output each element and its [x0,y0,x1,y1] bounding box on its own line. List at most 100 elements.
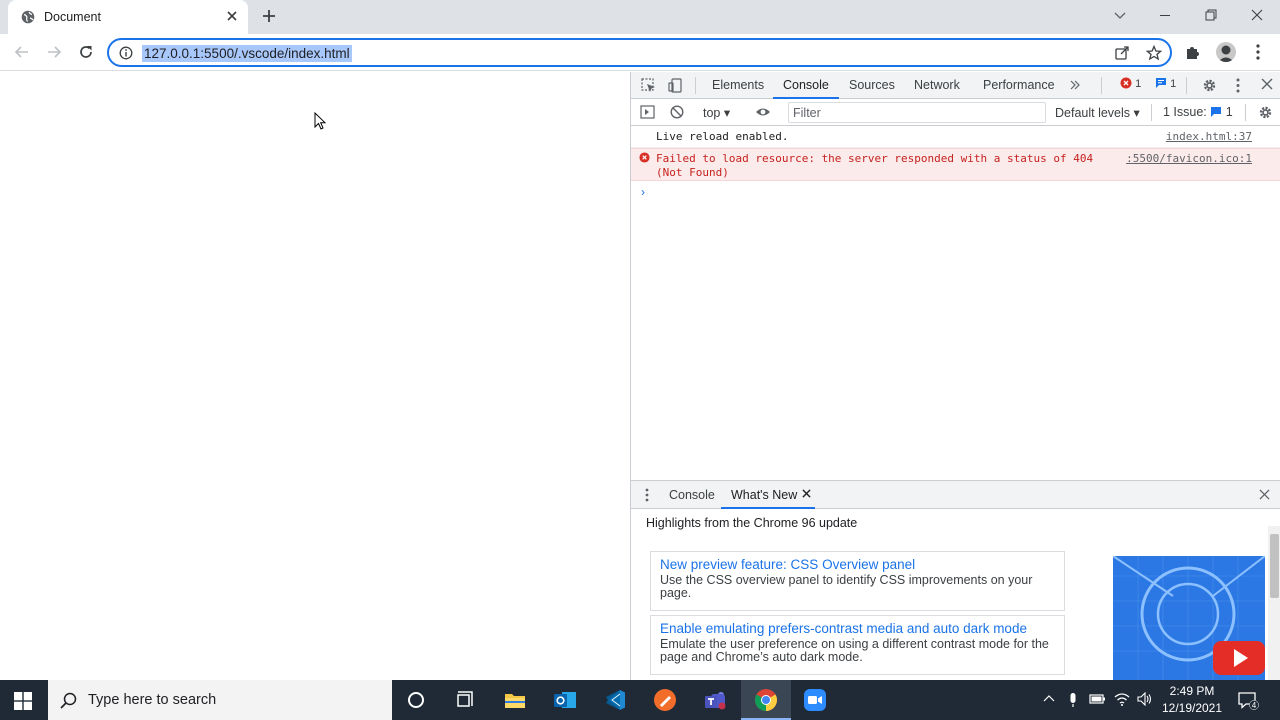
video-thumbnail[interactable] [1113,556,1265,681]
scrollbar-thumb[interactable] [1270,534,1279,598]
issues-counter[interactable]: 1 Issue: 1 [1163,105,1233,119]
error-source-link[interactable]: :5500/favicon.ico:1 [1126,152,1252,165]
close-window-icon[interactable] [1250,8,1264,22]
cortana-icon[interactable] [404,688,428,712]
log-levels-label: Default levels [1055,106,1131,120]
action-center-icon[interactable]: 4 [1238,691,1260,711]
file-explorer-icon[interactable] [503,688,527,712]
browser-tab[interactable]: Document [8,0,248,34]
windows-taskbar: Type here to search 2:49 PM 12/19/2021 4 [0,680,1280,720]
outlook-icon[interactable] [553,688,577,712]
tab-title: Document [44,10,101,24]
bookmark-star-icon[interactable] [1146,45,1162,61]
error-count: 1 [1135,78,1142,90]
search-icon [60,692,77,709]
notification-count: 4 [1252,701,1257,710]
show-sidebar-icon[interactable] [640,105,655,119]
whats-new-card[interactable]: New preview feature: CSS Overview panel … [650,551,1065,611]
error-count-badge[interactable]: 1 [1120,77,1141,93]
whats-new-header: Highlights from the Chrome 96 update [646,516,858,530]
issues-label: 1 Issue: [1163,105,1207,119]
site-info-icon[interactable] [119,46,133,60]
console-prompt-chevron-icon[interactable]: › [641,185,645,199]
drawer-menu-icon[interactable] [645,488,649,502]
web-page-content[interactable] [0,72,630,680]
console-settings-gear-icon[interactable] [1258,105,1273,120]
devtools-tabbar: Elements Console Sources Network Perform… [631,72,1280,99]
battery-icon[interactable] [1089,692,1106,706]
card-title-link[interactable]: New preview feature: CSS Overview panel [660,556,1055,574]
devtools-panel: Elements Console Sources Network Perform… [630,72,1280,681]
tab-console[interactable]: Console [783,78,829,92]
card-description: Emulate the user preference on using a d… [660,637,1049,664]
address-bar[interactable]: 127.0.0.1:5500/.vscode/index.html [107,38,1172,67]
log-source-link[interactable]: index.html:37 [1166,130,1252,143]
forward-icon[interactable] [46,44,62,60]
console-log-message: Live reload enabled. index.html:37 [631,127,1280,148]
volume-icon[interactable] [1137,692,1153,706]
close-tab-icon[interactable] [226,10,238,22]
sketch-app-icon[interactable] [653,688,677,712]
taskbar-search-box[interactable]: Type here to search [48,680,392,720]
whats-new-card[interactable]: Enable emulating prefers-contrast media … [650,615,1065,675]
extensions-puzzle-icon[interactable] [1185,44,1201,60]
mouse-cursor-icon [314,112,326,130]
wifi-icon[interactable] [1114,692,1130,706]
message-count-badge[interactable]: 1 [1155,77,1176,93]
tab-elements[interactable]: Elements [712,78,764,92]
drawer-tab-console[interactable]: Console [669,488,715,502]
clear-console-icon[interactable] [670,105,684,119]
profile-avatar[interactable] [1216,42,1236,62]
windows-start-icon[interactable] [14,692,32,710]
issues-count: 1 [1225,105,1233,119]
error-icon [639,152,650,163]
tab-search-icon[interactable] [1113,8,1127,22]
show-hidden-icons-chevron-icon[interactable] [1043,692,1055,706]
task-view-icon[interactable] [453,688,477,712]
context-label: top [703,106,721,120]
drawer-tab-whats-new[interactable]: What's New [731,488,797,502]
card-description: Use the CSS overview panel to identify C… [660,573,1033,600]
chrome-icon[interactable] [754,688,778,712]
inspect-element-icon[interactable] [641,78,656,93]
microphone-icon[interactable] [1068,692,1078,708]
log-levels-dropdown[interactable]: Default levels ▾ [1055,105,1140,120]
restore-icon[interactable] [1204,8,1218,22]
close-devtools-icon[interactable] [1261,78,1273,90]
teams-icon[interactable] [703,688,727,712]
url-text[interactable]: 127.0.0.1:5500/.vscode/index.html [142,45,352,62]
search-placeholder: Type here to search [88,692,217,708]
tab-sources[interactable]: Sources [849,78,895,92]
more-tabs-chevron-icon[interactable] [1068,78,1082,92]
tab-strip: Document [0,0,1280,34]
clock-date: 12/19/2021 [1161,701,1223,715]
tab-performance[interactable]: Performance [983,78,1055,92]
tab-network[interactable]: Network [914,78,960,92]
error-text: Failed to load resource: the server resp… [656,152,1094,179]
drawer-scrollbar[interactable] [1268,526,1280,681]
console-filter-input[interactable]: Filter [788,102,1046,123]
message-count: 1 [1170,78,1177,90]
minimize-icon[interactable] [1158,8,1172,22]
clock-time: 2:49 PM [1169,684,1215,698]
close-drawer-icon[interactable] [1259,489,1270,500]
vscode-icon[interactable] [603,688,627,712]
card-title-link[interactable]: Enable emulating prefers-contrast media … [660,620,1055,638]
globe-icon [21,10,35,24]
console-error-message: Failed to load resource: the server resp… [631,148,1280,181]
live-expression-eye-icon[interactable] [755,105,771,119]
settings-gear-icon[interactable] [1202,78,1217,93]
close-whats-new-tab-icon[interactable] [802,489,811,498]
devtools-drawer: Console What's New Highlights from the C… [631,480,1280,681]
context-selector[interactable]: top ▾ [703,105,730,120]
drawer-tabbar: Console What's New [631,481,1280,509]
share-icon[interactable] [1114,45,1130,61]
zoom-icon[interactable] [803,688,827,712]
device-toolbar-icon[interactable] [668,78,683,93]
back-icon[interactable] [14,44,30,60]
system-clock[interactable]: 2:49 PM 12/19/2021 [1160,683,1224,717]
devtools-menu-icon[interactable] [1236,78,1240,93]
chrome-menu-icon[interactable] [1256,44,1260,60]
new-tab-icon[interactable] [262,9,276,23]
reload-icon[interactable] [78,44,94,60]
